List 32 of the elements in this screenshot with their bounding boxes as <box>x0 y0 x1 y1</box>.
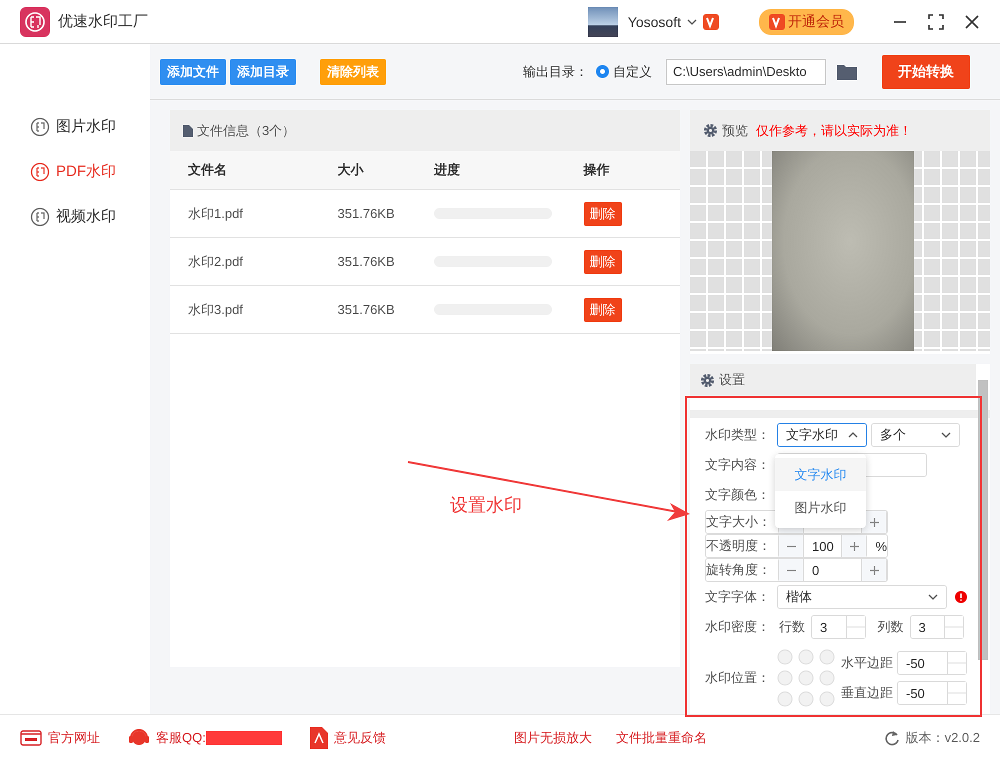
table-cell-text: 351.76KB <box>338 206 396 221</box>
column-header: 大小 <box>338 161 365 179</box>
panel-title: 预览 <box>722 122 748 140</box>
column-header: 进度 <box>434 161 461 179</box>
field-label: 垂直边距 <box>841 684 893 702</box>
panel-title: 设置 <box>719 371 745 389</box>
panel-title: 文件信息（3个） <box>197 122 296 140</box>
field-label: 文字颜色： <box>705 486 771 504</box>
field-label: 行数 <box>779 618 805 636</box>
version-label: 版本：v2.0.2 <box>906 728 980 746</box>
table-cell-text: 水印1.pdf <box>187 204 244 222</box>
field-label: 旋转角度： <box>706 561 772 579</box>
field-label: 水印类型： <box>705 426 771 444</box>
field-label: 水平边距 <box>841 654 893 672</box>
field-label: 文字字体： <box>705 588 771 606</box>
field-label: 不透明度： <box>706 537 772 555</box>
table-cell-text: 351.76KB <box>338 302 396 317</box>
output-label: 输出目录： <box>523 62 588 80</box>
table-cell-text: 水印2.pdf <box>187 252 244 270</box>
field-label: 文字大小： <box>706 513 772 531</box>
preview-note: 仅作参考，请以实际为准！ <box>756 122 912 140</box>
unit-label: % <box>875 538 887 554</box>
column-header: 操作 <box>584 161 611 179</box>
field-label: 水印位置： <box>705 669 771 687</box>
annotation-label: 设置水印 <box>450 494 522 517</box>
field-label: 水印密度： <box>705 618 771 636</box>
table-cell-text: 351.76KB <box>338 254 396 269</box>
app-title: 优速水印工厂 <box>58 12 148 31</box>
table-cell-text: 水印3.pdf <box>187 300 244 318</box>
column-header: 文件名 <box>187 161 228 179</box>
field-label: 列数 <box>878 618 904 636</box>
field-label: 文字内容： <box>705 456 771 474</box>
